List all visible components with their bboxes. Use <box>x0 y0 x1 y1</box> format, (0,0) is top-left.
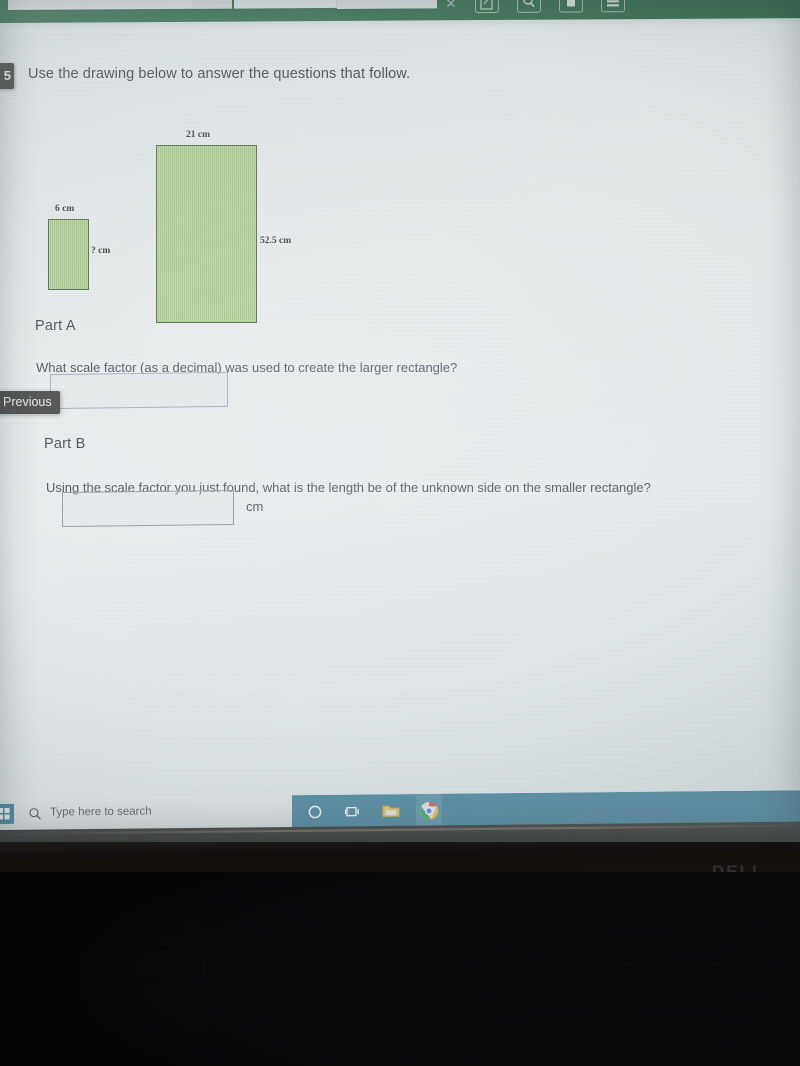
close-icon[interactable]: ✕ <box>443 0 459 11</box>
chrome-icon[interactable] <box>416 793 442 829</box>
part-b-unit-label: cm <box>246 499 264 514</box>
part-a-answer-input[interactable] <box>50 371 228 410</box>
lock-icon[interactable] <box>559 0 583 13</box>
note-icon[interactable] <box>475 0 499 14</box>
small-rectangle-height-label: ? cm <box>91 246 111 256</box>
start-button[interactable] <box>0 803 14 825</box>
scale-drawing-figure: 21 cm 52.5 cm 6 cm ? cm <box>0 88 400 338</box>
question-number-badge: 5 <box>0 63 14 89</box>
part-b-answer-input[interactable] <box>62 489 234 528</box>
large-rectangle-height-label: 52.5 cm <box>260 236 292 246</box>
desk-surface <box>0 872 800 1066</box>
browser-tab[interactable] <box>194 0 232 9</box>
search-icon[interactable] <box>517 0 541 13</box>
monitor-screen: ✕ 5 Use the drawing below to answer the … <box>0 0 800 842</box>
part-b-title: Part B <box>44 436 86 452</box>
menu-icon[interactable] <box>601 0 625 13</box>
previous-button[interactable]: Previous <box>0 391 60 414</box>
small-rectangle <box>48 219 89 290</box>
large-rectangle <box>156 145 257 323</box>
cortana-icon[interactable] <box>302 800 328 824</box>
small-rectangle-width-label: 6 cm <box>55 204 75 214</box>
browser-tab[interactable] <box>8 0 196 10</box>
question-prompt: Use the drawing below to answer the ques… <box>28 66 411 82</box>
browser-tab[interactable] <box>337 0 437 9</box>
browser-tab[interactable] <box>234 0 342 9</box>
photograph-of-monitor: ✕ 5 Use the drawing below to answer the … <box>0 0 800 1066</box>
part-a-title: Part A <box>35 318 76 334</box>
desk-shadow <box>0 872 800 1066</box>
task-view-icon[interactable] <box>340 799 366 823</box>
file-explorer-icon[interactable] <box>378 799 404 823</box>
search-icon[interactable] <box>28 807 42 821</box>
large-rectangle-width-label: 21 cm <box>186 130 211 140</box>
taskbar-search-input[interactable]: Type here to search <box>50 806 152 819</box>
quiz-page: 5 Use the drawing below to answer the qu… <box>0 33 800 798</box>
